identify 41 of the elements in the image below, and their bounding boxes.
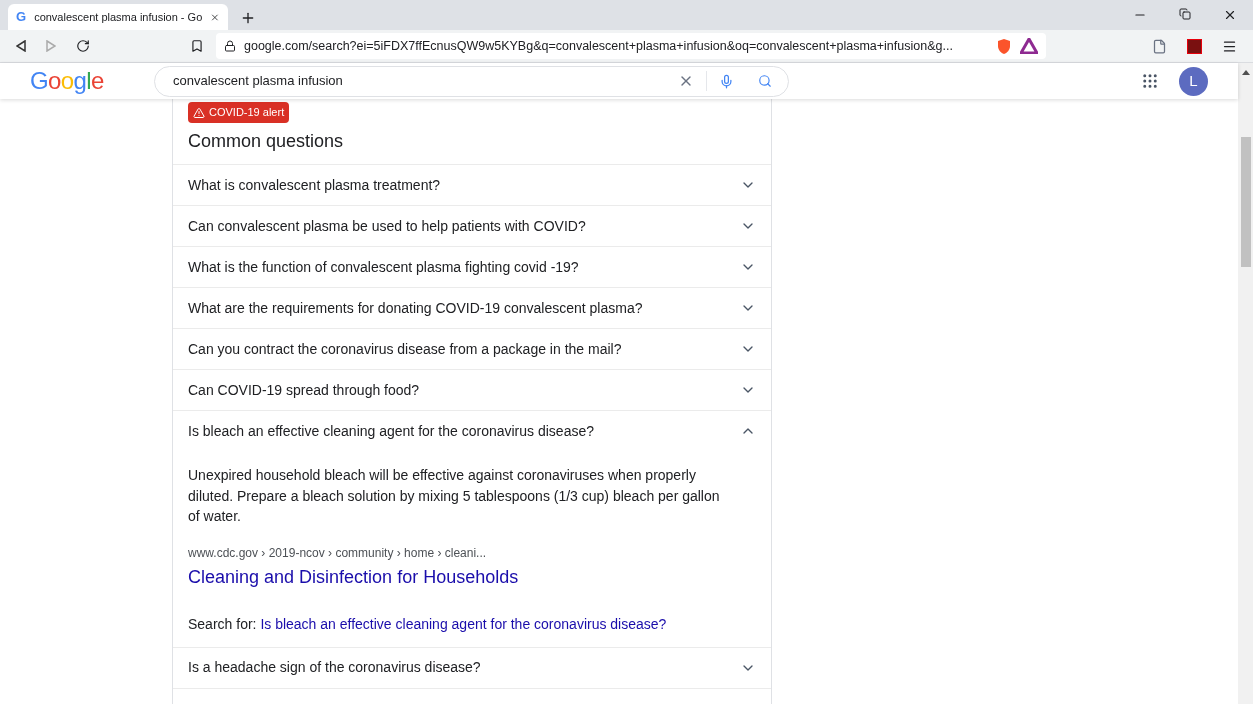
browser-tab[interactable]: G convalescent plasma infusion - Go bbox=[8, 4, 228, 30]
answer-snippet: Unexpired household bleach will be effective against coronaviruses when properly diluted. Prepare a bleach solution by mixing 5 tablespoons (1/3 cup) bleach per gallon of water. bbox=[188, 466, 721, 526]
question-row[interactable]: Can COVID-19 spread through food? bbox=[173, 370, 771, 410]
search-for-text: Search for: Is bleach an effective cleaning agent for the coronavirus disease? bbox=[188, 614, 667, 634]
question-row[interactable]: What is convalescent plasma treatment? bbox=[173, 165, 771, 205]
new-tab-icon[interactable] bbox=[240, 10, 256, 26]
back-icon[interactable] bbox=[16, 40, 26, 52]
question-row[interactable]: What is the function of convalescent plasma fighting covid -19? bbox=[173, 247, 771, 287]
document-icon[interactable] bbox=[1152, 38, 1167, 54]
scroll-up-icon[interactable] bbox=[1241, 70, 1250, 75]
tab-title: convalescent plasma infusion - Go bbox=[34, 9, 203, 25]
apps-icon[interactable] bbox=[1141, 72, 1159, 90]
reload-icon[interactable] bbox=[76, 39, 90, 53]
section-title: Common questions bbox=[188, 130, 344, 153]
lock-icon bbox=[224, 40, 236, 52]
close-icon[interactable] bbox=[1223, 8, 1237, 22]
result-link[interactable]: Cleaning and Disinfection for Households bbox=[188, 563, 519, 591]
menu-icon[interactable] bbox=[1222, 38, 1237, 54]
question-row[interactable]: Can convalescent plasma be used to help patients with COVID? bbox=[173, 206, 771, 246]
triangle-icon[interactable] bbox=[1020, 38, 1038, 54]
url-text: google.com/search?ei=5iFDX7ffEcnusQW9w5KYBg&q=convalescent+plasma+infusion&oq=convalescent+plasma+infusion&g... bbox=[244, 37, 953, 55]
source-breadcrumb: www.cdc.gov › 2019-ncov › community › home › cleani... bbox=[188, 544, 487, 562]
favicon: G bbox=[16, 8, 27, 27]
bookmark-icon[interactable] bbox=[190, 39, 204, 53]
avatar[interactable]: L bbox=[1179, 66, 1208, 96]
scrollbar[interactable] bbox=[1238, 63, 1253, 704]
shield-icon[interactable] bbox=[996, 37, 1012, 55]
warning-icon bbox=[193, 106, 205, 119]
google-logo[interactable]: Google bbox=[30, 67, 104, 94]
address-bar[interactable]: google.com/search?ei=5iFDX7ffEcnusQW9w5KYBg&q=convalescent+plasma+infusion&oq=convalescent+plasma+infusion&g... bbox=[216, 33, 1046, 59]
question-row[interactable]: What are the requirements for donating COVID-19 convalescent plasma? bbox=[173, 288, 771, 328]
scrollbar-thumb[interactable] bbox=[1240, 137, 1251, 267]
question-row[interactable]: Can you contract the coronavirus disease from a package in the mail? bbox=[173, 329, 771, 369]
alert-badge: COVID-19 alert bbox=[188, 102, 290, 123]
microphone-icon[interactable] bbox=[719, 73, 734, 89]
question-row[interactable]: Is bleach an effective cleaning agent for the coronavirus disease? bbox=[173, 411, 771, 451]
restore-icon[interactable] bbox=[1179, 8, 1191, 20]
search-text: convalescent plasma infusion bbox=[173, 72, 344, 91]
question-row[interactable]: Is a headache sign of the coronavirus disease? bbox=[173, 647, 771, 688]
search-for-link[interactable]: Is bleach an effective cleaning agent for the coronavirus disease? bbox=[260, 615, 667, 632]
search-icon[interactable] bbox=[758, 74, 772, 88]
